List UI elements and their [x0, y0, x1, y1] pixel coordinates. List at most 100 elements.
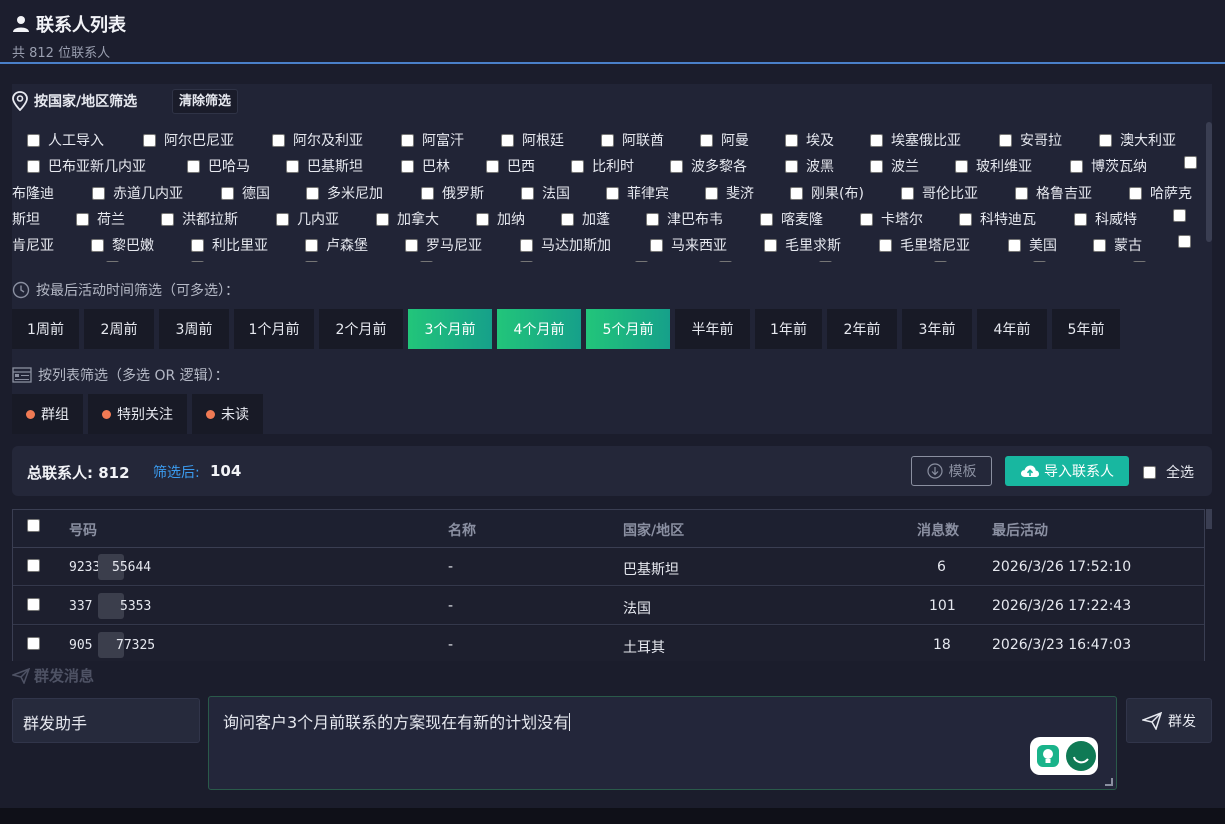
list-option-starred[interactable]: 特别关注 — [88, 394, 187, 434]
checkbox[interactable] — [1074, 212, 1087, 226]
message-text[interactable]: 询问客户3个月前联系的方案现在有新的计划没有 — [223, 709, 571, 733]
country-option[interactable]: 几内亚 — [276, 209, 339, 229]
country-option[interactable]: 巴布亚新几内亚 — [27, 156, 146, 176]
time-option[interactable]: 1周前 — [12, 309, 79, 349]
country-option[interactable] — [305, 261, 318, 262]
checkbox[interactable] — [401, 133, 414, 147]
checkbox[interactable] — [1184, 156, 1197, 169]
country-option[interactable]: 人工导入 — [27, 130, 104, 150]
table-row[interactable]: 905 77325 - 土耳其 18 2026/3/23 16:47:03 — [13, 626, 1204, 661]
country-option[interactable] — [1133, 261, 1146, 262]
checkbox[interactable] — [719, 261, 732, 262]
checkbox[interactable] — [191, 238, 204, 252]
checkbox[interactable] — [901, 186, 914, 200]
checkbox[interactable] — [959, 212, 972, 226]
column-country[interactable]: 国家/地区 — [623, 520, 684, 540]
checkbox[interactable] — [999, 133, 1012, 147]
checkbox[interactable] — [1070, 159, 1083, 173]
row-checkbox[interactable] — [27, 559, 40, 572]
column-number[interactable]: 号码 — [69, 520, 97, 540]
country-option[interactable]: 卢森堡 — [305, 235, 368, 255]
checkbox[interactable] — [785, 159, 798, 173]
checkbox[interactable] — [1178, 235, 1191, 248]
row-checkbox[interactable] — [27, 598, 40, 611]
country-option[interactable]: 洪都拉斯 — [161, 209, 238, 229]
country-option[interactable]: 澳大利亚 — [1099, 130, 1176, 150]
checkbox[interactable] — [650, 238, 663, 252]
checkbox[interactable] — [764, 238, 777, 252]
country-option[interactable]: 蒙古 — [1093, 235, 1142, 255]
country-option[interactable]: 荷兰 — [76, 209, 125, 229]
country-option[interactable]: 津巴布韦 — [646, 209, 723, 229]
time-option[interactable]: 3年前 — [902, 309, 972, 349]
list-option-group[interactable]: 群组 — [12, 394, 83, 434]
country-option[interactable]: 斐济 — [705, 183, 754, 203]
country-option[interactable]: 马达加斯加 — [520, 235, 611, 255]
country-option[interactable]: 喀麦隆 — [760, 209, 823, 229]
country-option[interactable]: 波兰 — [870, 156, 919, 176]
list-option-unread[interactable]: 未读 — [192, 394, 263, 434]
country-option[interactable]: 阿富汗 — [401, 130, 464, 150]
checkbox[interactable] — [700, 133, 713, 147]
checkbox[interactable] — [27, 159, 40, 173]
checkbox[interactable] — [705, 186, 718, 200]
country-option[interactable] — [934, 261, 947, 262]
country-option[interactable] — [719, 261, 732, 262]
checkbox[interactable] — [561, 212, 574, 226]
checkbox[interactable] — [1129, 186, 1142, 200]
country-option[interactable] — [635, 261, 648, 262]
writing-assistant-widget[interactable] — [1030, 737, 1098, 775]
checkbox[interactable] — [272, 133, 285, 147]
table-scrollbar[interactable] — [1206, 509, 1212, 529]
checkbox[interactable] — [286, 159, 299, 173]
country-option[interactable]: 阿曼 — [700, 130, 749, 150]
checkbox[interactable] — [1015, 186, 1028, 200]
country-option[interactable]: 阿尔及利亚 — [272, 130, 363, 150]
country-option[interactable]: 黎巴嫩 — [91, 235, 154, 255]
country-option[interactable]: 斯坦 — [12, 209, 40, 229]
country-option[interactable]: 科威特 — [1074, 209, 1137, 229]
country-option[interactable]: 加拿大 — [376, 209, 439, 229]
country-option[interactable]: 阿根廷 — [501, 130, 564, 150]
column-name[interactable]: 名称 — [448, 520, 476, 540]
checkbox[interactable] — [646, 212, 659, 226]
country-option[interactable]: 哥伦比亚 — [901, 183, 978, 203]
checkbox[interactable] — [870, 133, 883, 147]
checkbox[interactable] — [1093, 238, 1106, 252]
country-option[interactable]: 波多黎各 — [670, 156, 747, 176]
country-option[interactable]: 埃及 — [785, 130, 834, 150]
country-option[interactable]: 科特迪瓦 — [959, 209, 1036, 229]
checkbox[interactable] — [520, 238, 533, 252]
country-option[interactable]: 埃塞俄比亚 — [870, 130, 961, 150]
checkbox[interactable] — [790, 186, 803, 200]
select-all[interactable]: 全选 — [1143, 462, 1194, 482]
checkbox[interactable] — [606, 186, 619, 200]
country-option[interactable]: 布隆迪 — [12, 183, 54, 203]
country-option[interactable] — [1173, 209, 1186, 222]
checkbox[interactable] — [221, 186, 234, 200]
country-option[interactable] — [520, 261, 533, 262]
time-option-selected[interactable]: 4个月前 — [497, 309, 581, 349]
checkbox[interactable] — [306, 186, 319, 200]
country-option[interactable] — [819, 261, 832, 262]
checkbox[interactable] — [143, 133, 156, 147]
country-option[interactable]: 罗马尼亚 — [405, 235, 482, 255]
time-option[interactable]: 2周前 — [84, 309, 154, 349]
time-option[interactable]: 1年前 — [755, 309, 822, 349]
checkbox[interactable] — [1099, 133, 1112, 147]
country-option[interactable]: 赤道几内亚 — [92, 183, 183, 203]
table-row[interactable]: 9233 55644 - 巴基斯坦 6 2026/3/26 17:52:10 — [13, 548, 1204, 586]
checkbox[interactable] — [520, 261, 533, 262]
time-option[interactable]: 2年前 — [827, 309, 897, 349]
checkbox[interactable] — [860, 212, 873, 226]
country-option[interactable]: 巴基斯坦 — [286, 156, 363, 176]
country-option[interactable]: 巴林 — [401, 156, 450, 176]
checkbox[interactable] — [191, 261, 204, 262]
checkbox[interactable] — [161, 212, 174, 226]
country-option[interactable]: 毛里求斯 — [764, 235, 841, 255]
checkbox[interactable] — [276, 212, 289, 226]
country-option[interactable]: 俄罗斯 — [421, 183, 484, 203]
column-last-active[interactable]: 最后活动 — [992, 520, 1048, 540]
checkbox[interactable] — [760, 212, 773, 226]
country-option[interactable] — [1033, 261, 1046, 262]
